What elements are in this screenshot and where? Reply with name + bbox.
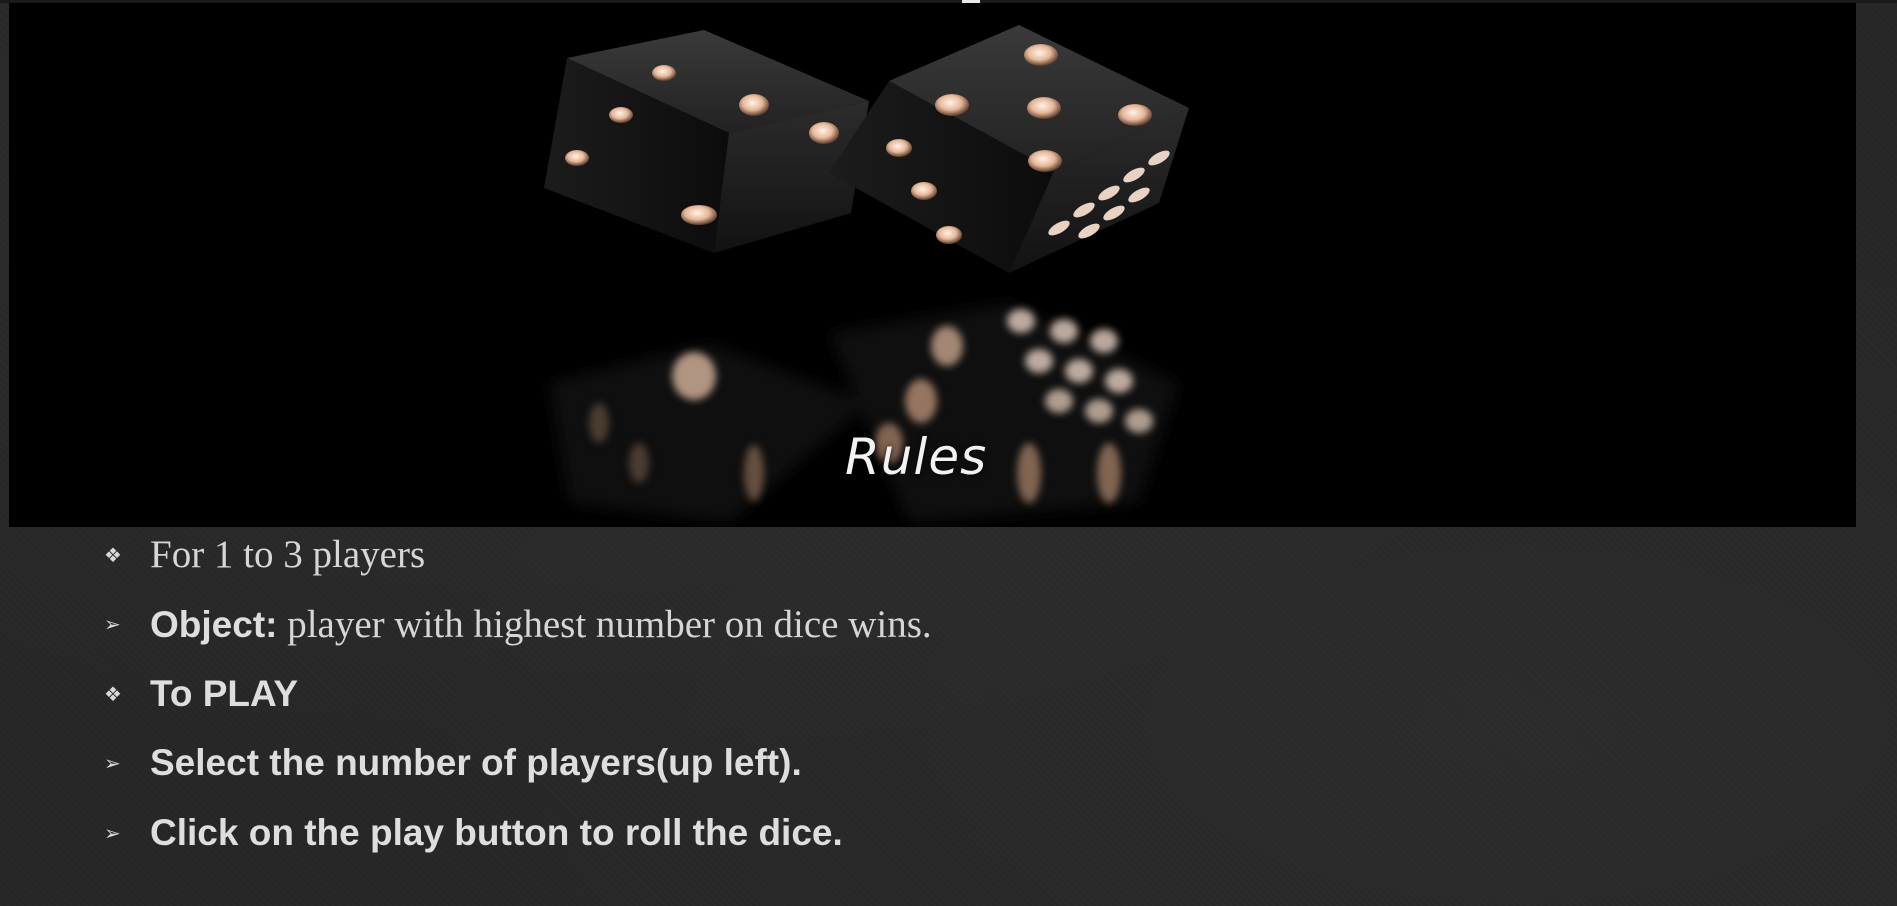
dice-banner: Rules [9,3,1856,527]
banner-title: Rules [845,428,988,486]
rule-item-select-players: ➢ Select the number of players(up left). [100,729,1800,799]
die-right [829,25,1189,273]
rule-item-to-play: ❖ To PLAY [100,659,1800,729]
rule-item-click-play: ➢ Click on the play button to roll the d… [100,798,1800,868]
arrow-bullet-icon: ➢ [104,612,121,637]
dice-reflection [549,303,1179,523]
rule-item-object: ➢ Object: player with highest number on … [100,590,1800,660]
rule-text: For 1 to 3 players [150,533,426,577]
rule-lead: Click on the play button to roll the dic… [150,811,843,853]
rule-item-players: ❖ For 1 to 3 players [100,520,1800,590]
rule-lead: Select the number of players(up left). [150,742,802,784]
rule-lead: To PLAY [150,672,299,714]
die-left [544,30,869,253]
rule-text: player with highest number on dice wins. [277,602,932,646]
rule-lead: Object: [150,603,278,645]
arrow-bullet-icon: ➢ [104,820,121,845]
arrow-bullet-icon: ➢ [104,751,121,776]
diamond-bullet-icon: ❖ [104,681,122,706]
diamond-bullet-icon: ❖ [104,542,122,567]
rules-list: ❖ For 1 to 3 players ➢ Object: player wi… [100,520,1800,868]
